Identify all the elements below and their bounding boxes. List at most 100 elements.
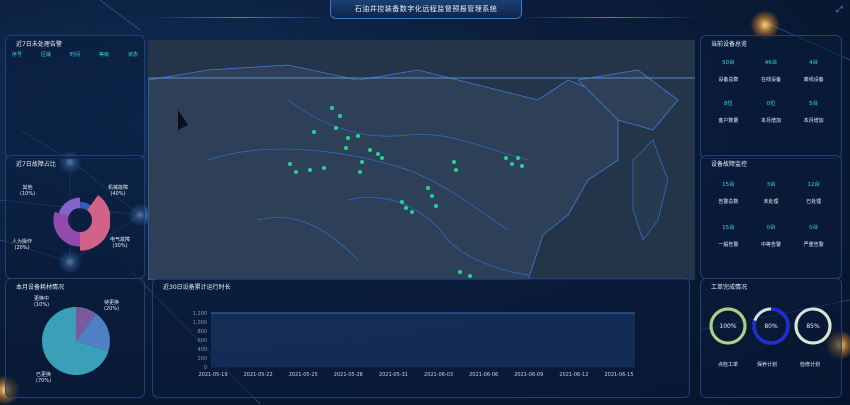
fault-panel-title: 近7日故障占比 xyxy=(16,161,56,168)
stat-customers: 8位 客户数量 xyxy=(718,101,739,124)
y-tick-label: 200 xyxy=(197,356,207,362)
fault-slice[interactable] xyxy=(58,197,80,217)
device-marker[interactable] xyxy=(404,206,408,210)
x-tick-label: 2021-05-22 xyxy=(244,372,273,378)
stat-online-devices: 46台 在线设备 xyxy=(760,60,781,83)
fault-monitor-panel: 设备故障监控 15台 告警总数 3台 未处理 12台 已处理 15台 一般告警 0台 中等… xyxy=(700,155,842,279)
fault-monitor-stats: 15台 告警总数 3台 未处理 12台 已处理 15台 一般告警 0台 中等告警 0台 严重… xyxy=(707,180,835,248)
x-tick-label: 2021-05-19 xyxy=(198,372,227,378)
fault-monitor-title: 设备故障监控 xyxy=(711,161,748,168)
fault-donut-chart xyxy=(53,195,110,251)
device-marker[interactable] xyxy=(458,270,462,274)
material-panel: 本月设备耗材情况 更换中 (10%) 待更换 (20%) 已更换 (70%) xyxy=(5,278,145,398)
map-land xyxy=(148,40,695,280)
fault-legend-elec: 电气故障 (30%) xyxy=(110,237,131,249)
fault-panel: 近7日故障占比 其他 (10%) 机械故障 (40%) 电气故障 (30%) 人… xyxy=(5,155,145,279)
device-marker[interactable] xyxy=(308,168,312,172)
device-marker[interactable] xyxy=(434,204,438,208)
device-marker[interactable] xyxy=(380,156,384,160)
device-marker[interactable] xyxy=(368,148,372,152)
column-header: 时间 xyxy=(69,52,80,58)
column-header: 等级 xyxy=(98,52,109,58)
gauge-label-inspection: 点检工单 xyxy=(718,362,739,368)
stat-month-new-customers: 0位 本月增加 xyxy=(760,101,781,124)
stat-severe-alarm: 0台 严重告警 xyxy=(803,225,824,248)
device-marker[interactable] xyxy=(376,152,380,156)
device-marker[interactable] xyxy=(410,210,414,214)
y-tick-label: 400 xyxy=(197,347,207,353)
x-tick-label: 2021-05-31 xyxy=(379,372,408,378)
runtime-area-chart: 0 200 400 600 800 1,000 1,200 2021-05-19 2021-05… xyxy=(193,311,635,378)
device-marker[interactable] xyxy=(322,166,326,170)
device-overview-title: 当前设备总览 xyxy=(711,41,748,48)
device-marker[interactable] xyxy=(356,134,360,138)
device-marker[interactable] xyxy=(516,156,520,160)
runtime-area xyxy=(211,313,635,367)
header-line-right xyxy=(520,17,700,18)
stat-medium-alarm: 0台 中等告警 xyxy=(760,225,781,248)
device-marker[interactable] xyxy=(400,200,404,204)
column-header: 序号 xyxy=(12,52,23,58)
x-tick-label: 2021-06-15 xyxy=(604,372,633,378)
device-marker[interactable] xyxy=(312,130,316,134)
stat-unhandled: 3台 未处理 xyxy=(763,182,779,205)
device-marker[interactable] xyxy=(288,162,292,166)
device-marker[interactable] xyxy=(330,106,334,110)
x-tick-label: 2021-06-12 xyxy=(559,372,588,378)
device-marker[interactable] xyxy=(454,168,458,172)
gauge-label-maintenance: 保养计划 xyxy=(757,362,778,368)
device-marker[interactable] xyxy=(504,156,508,160)
material-pie-chart xyxy=(42,307,110,375)
china-map[interactable] xyxy=(148,40,695,280)
device-overview-stats: 50台 设备总数 46台 在线设备 4台 离线设备 8位 客户数量 0位 本月增加 5台本… xyxy=(707,58,835,124)
device-marker[interactable] xyxy=(344,146,348,150)
column-header: 区域 xyxy=(40,52,51,58)
x-tick-label: 2021-06-06 xyxy=(469,372,498,378)
x-tick-label: 2021-05-28 xyxy=(334,372,363,378)
x-tick-label: 2021-06-09 xyxy=(514,372,543,378)
runtime-panel: 近30日设备累计运行时长 0 200 400 600 800 1,000 1,200 2021… xyxy=(152,278,690,398)
device-marker[interactable] xyxy=(358,170,362,174)
y-tick-label: 0 xyxy=(204,365,207,371)
y-tick-label: 800 xyxy=(197,329,207,335)
device-marker[interactable] xyxy=(520,164,524,168)
stat-month-new-devices: 5台 本月增加 xyxy=(803,101,824,124)
column-header: 状态 xyxy=(127,52,138,58)
header: 石油井控装备数字化远程监督预报管理系统 xyxy=(330,0,522,19)
y-tick-label: 1,200 xyxy=(193,311,207,317)
gauge-value: 85% xyxy=(806,323,820,330)
gauge-value: 100% xyxy=(719,323,736,330)
stat-general-alarm: 15台 一般告警 xyxy=(718,225,739,248)
device-marker[interactable] xyxy=(452,160,456,164)
alarms-panel-title: 近7日未处理告警 xyxy=(16,41,62,48)
y-tick-label: 600 xyxy=(197,338,207,344)
device-marker[interactable] xyxy=(294,170,298,174)
fullscreen-icon[interactable]: ⤢ xyxy=(836,6,844,14)
page-title: 石油井控装备数字化远程监督预报管理系统 xyxy=(354,5,498,13)
material-panel-title: 本月设备耗材情况 xyxy=(16,284,65,291)
device-overview-panel: 当前设备总览 50台 设备总数 46台 在线设备 4台 离线设备 8位 客户数量 0位本… xyxy=(700,35,842,159)
material-legend-done: 已更换 (70%) xyxy=(36,372,52,384)
material-legend-replacing: 更换中 (10%) xyxy=(34,296,50,308)
alarms-panel: 近7日未处理告警 序号 区域 时间 等级 状态 xyxy=(5,35,145,159)
device-marker[interactable] xyxy=(346,136,350,140)
fault-slice[interactable] xyxy=(53,211,80,247)
gauge-label-repair: 检修计划 xyxy=(800,362,821,368)
device-marker[interactable] xyxy=(430,194,434,198)
fault-legend-human: 人为操作 (20%) xyxy=(12,239,33,251)
header-line-left xyxy=(150,17,330,18)
device-marker[interactable] xyxy=(334,126,338,130)
fault-legend-other: 其他 (10%) xyxy=(20,185,36,197)
x-tick-label: 2021-05-25 xyxy=(289,372,318,378)
stat-total-devices: 50台 设备总数 xyxy=(718,60,739,83)
stat-offline-devices: 4台 离线设备 xyxy=(803,60,824,83)
x-tick-label: 2021-06-03 xyxy=(424,372,453,378)
alarms-table-header: 序号 区域 时间 等级 状态 xyxy=(12,51,138,58)
device-marker[interactable] xyxy=(510,162,514,166)
gauge-value: 80% xyxy=(764,323,778,330)
device-marker[interactable] xyxy=(360,160,364,164)
device-marker[interactable] xyxy=(426,186,430,190)
device-marker[interactable] xyxy=(338,114,342,118)
work-order-gauges: 100% 80% 85% xyxy=(709,307,832,345)
stat-alarm-total: 15台 告警总数 xyxy=(718,182,739,205)
